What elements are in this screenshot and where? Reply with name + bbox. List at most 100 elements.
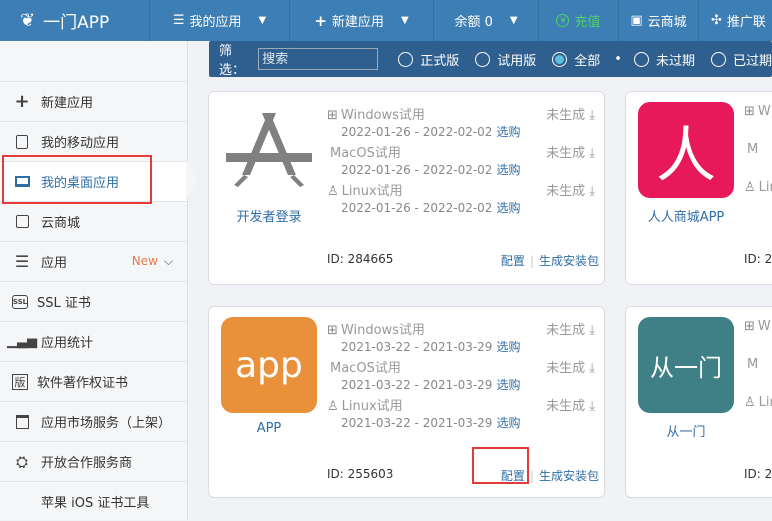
- sidebar-item-label: 新建应用: [41, 96, 94, 111]
- app-logo-area[interactable]: 人 人人商城APP: [636, 102, 736, 225]
- nav-cloud-shop[interactable]: ▣ 云商城: [619, 0, 699, 41]
- config-link[interactable]: 配置: [501, 254, 525, 268]
- sidebar-item-partners[interactable]: ⛭ 开放合作服务商: [0, 441, 187, 481]
- radio-valid[interactable]: 未过期: [633, 50, 695, 69]
- nav-promote[interactable]: ✣ 推广联: [699, 0, 772, 41]
- radio-expired[interactable]: 已过期: [710, 50, 772, 69]
- sidebar-item-label: 云商城: [41, 216, 81, 231]
- currency-icon: ¥: [556, 14, 570, 27]
- radio-trial[interactable]: 试用版: [475, 50, 536, 69]
- radio-all[interactable]: 全部: [552, 50, 600, 69]
- windows-icon: ⊞: [327, 108, 338, 123]
- platform-name: M: [747, 357, 759, 372]
- renren-logo: 人: [638, 102, 734, 198]
- card-footer: ID: 284665 配置 | 生成安装包: [327, 252, 599, 268]
- app-card-congyimen: 从一门 从一门 ⊞W M ♙Lin ID: 2: [625, 306, 772, 498]
- sidebar-item-apps[interactable]: ☰ 应用 New ⌵: [0, 241, 187, 281]
- buy-link[interactable]: 选购: [496, 378, 520, 392]
- app-card-renren-mall: 人 人人商城APP ⊞W M ♙Lin ID: 2: [625, 91, 772, 285]
- search-input[interactable]: [258, 48, 379, 70]
- chevron-down-icon: ⌵: [163, 254, 173, 268]
- buy-link[interactable]: 选购: [496, 416, 520, 430]
- platform-name: ⊞ Windows试用: [327, 108, 425, 123]
- app-grid: 开发者登录 ⊞ Windows试用 未生成 ⤓ 2022-01-26 - 2022…: [188, 77, 772, 520]
- congyimen-logo: 从一门: [638, 317, 734, 413]
- app-id: ID: 2: [744, 252, 772, 266]
- platform-name: M: [747, 142, 759, 157]
- buy-link[interactable]: 选购: [496, 201, 520, 215]
- sidebar-item-app-stats[interactable]: ▁▃▅ 应用统计: [0, 321, 187, 361]
- platform-windows: ⊞ W: [744, 104, 772, 142]
- config-link[interactable]: 配置: [501, 469, 525, 483]
- radio-label: 全部: [574, 53, 601, 69]
- linux-icon: ♙: [327, 184, 339, 199]
- platform-linux: ♙Lin: [744, 180, 772, 218]
- platform-status: 未生成 ⤓: [546, 361, 595, 376]
- build-package-link[interactable]: 生成安装包: [539, 469, 599, 483]
- platform-date: 2021-03-22 - 2021-03-29 选购: [341, 378, 521, 392]
- sidebar-item-label: 应用统计: [41, 336, 94, 351]
- nav-label: 余额 0: [454, 15, 493, 30]
- platform-name: MacOS试用: [330, 361, 401, 376]
- app-card-developer-login: 开发者登录 ⊞ Windows试用 未生成 ⤓ 2022-01-26 - 2022…: [208, 91, 605, 285]
- download-icon: ⤓: [589, 108, 595, 123]
- platform-windows: ⊞ Windows试用 未生成 ⤓ 2022-01-26 - 2022-02-02…: [327, 104, 599, 142]
- download-icon: ⤓: [589, 323, 595, 338]
- shop-icon: ▣: [630, 13, 643, 28]
- nav-new-app[interactable]: + 新建应用 ▼: [290, 0, 434, 41]
- radio-label: 正式版: [420, 53, 460, 69]
- platform-date: 2022-01-26 - 2022-02-02 选购: [341, 125, 521, 139]
- sidebar-item-ios-cert[interactable]: 苹果 iOS 证书工具: [0, 481, 187, 521]
- platform-linux: ♙Lin: [744, 395, 772, 433]
- share-icon: ✣: [711, 13, 722, 28]
- platform-date: 2022-01-26 - 2022-02-02 选购: [341, 163, 521, 177]
- app-store-icon: [221, 102, 317, 198]
- app-id: ID: 284665: [327, 252, 394, 266]
- app-logo-area[interactable]: 从一门 从一门: [636, 317, 736, 440]
- caret-down-icon: ▼: [258, 15, 267, 26]
- platform-status: 未生成 ⤓: [546, 323, 595, 338]
- platform-name: ♙Lin: [744, 180, 772, 195]
- sidebar-item-copyright[interactable]: 版 软件著作权证书: [0, 361, 187, 401]
- buy-link[interactable]: 选购: [496, 163, 520, 177]
- sidebar-item-cloud-shop[interactable]: 云商城: [0, 201, 187, 241]
- platform-macos: MacOS试用 未生成 ⤓ 2022-01-26 - 2022-02-02 选购: [327, 142, 599, 180]
- download-icon: ⤓: [589, 361, 595, 376]
- platform-date: 2021-03-22 - 2021-03-29 选购: [341, 416, 521, 430]
- app-name: 从一门: [666, 425, 706, 440]
- app-logo-area[interactable]: app APP: [219, 317, 319, 436]
- platform-macos: M: [744, 357, 772, 395]
- market-icon: [12, 414, 32, 429]
- list-icon: ☰: [14, 252, 30, 271]
- sidebar-item-market-service[interactable]: 应用市场服务（上架）: [0, 401, 187, 441]
- sidebar-item-ssl[interactable]: SSL SSL 证书: [0, 281, 187, 321]
- sidebar-item-new-app[interactable]: + 新建应用: [0, 81, 187, 121]
- nav-my-apps[interactable]: ☰ 我的应用 ▼: [150, 0, 290, 41]
- windows-icon: ⊞: [327, 323, 338, 338]
- sidebar-item-label: 我的桌面应用: [41, 176, 120, 191]
- app-name: APP: [256, 421, 282, 436]
- platform-date: 2021-03-22 - 2021-03-29 选购: [341, 340, 521, 354]
- bar-chart-icon: ▁▃▅: [7, 334, 37, 349]
- buy-link[interactable]: 选购: [496, 340, 520, 354]
- radio-circle: [475, 51, 491, 67]
- monitor-icon: [12, 176, 32, 187]
- buy-link[interactable]: 选购: [496, 125, 520, 139]
- platform-name: ♙Lin: [744, 395, 772, 410]
- platform-name: ⊞ W: [744, 104, 771, 119]
- nav-recharge[interactable]: ¥ 充值: [539, 0, 619, 41]
- linux-icon: ♙: [744, 180, 756, 195]
- nav-balance[interactable]: 余额 0 ▼: [434, 0, 539, 41]
- sidebar-item-desktop-apps[interactable]: 我的桌面应用: [0, 161, 187, 201]
- brand-logo[interactable]: ❦ 一门APP: [0, 0, 150, 41]
- app-logo-area[interactable]: 开发者登录: [219, 102, 319, 225]
- build-package-link[interactable]: 生成安装包: [539, 254, 599, 268]
- app-logo: app: [221, 317, 317, 413]
- sidebar: + 新建应用 我的移动应用 我的桌面应用 云商城 ☰ 应用 New ⌵ SSL S…: [0, 41, 188, 520]
- windows-icon: ⊞: [744, 104, 755, 119]
- certificate-icon: 版: [12, 373, 28, 390]
- platform-windows: ⊞ W: [744, 319, 772, 357]
- sidebar-item-mobile-apps[interactable]: 我的移动应用: [0, 121, 187, 161]
- radio-release[interactable]: 正式版: [398, 50, 459, 69]
- caret-down-icon: ▼: [509, 15, 518, 26]
